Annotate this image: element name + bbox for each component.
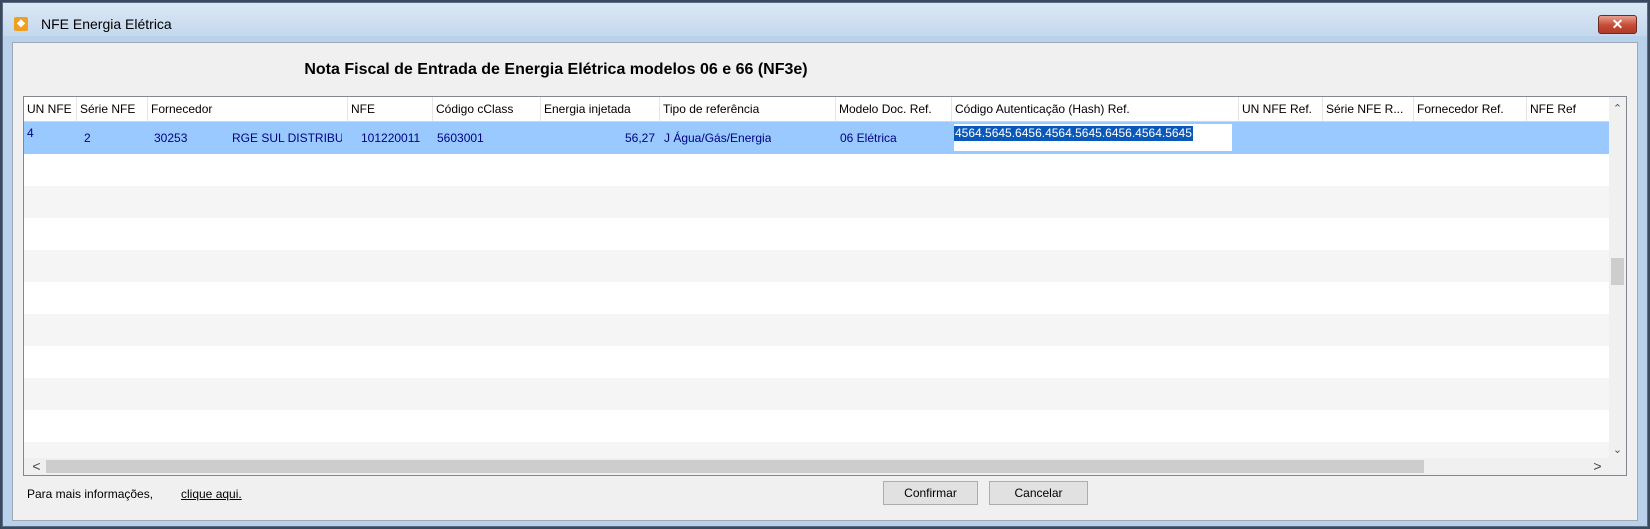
column-header-modelo-doc-ref[interactable]: Modelo Doc. Ref. [836, 97, 952, 121]
column-header-codigo-cclass[interactable]: Código cClass [433, 97, 541, 121]
cell-un-nfe[interactable]: 4 [27, 126, 34, 140]
table-row[interactable]: 4 2 30253 RGE SUL DISTRIBU 101220011 560… [24, 122, 1610, 154]
vertical-scrollbar[interactable]: ⌃ ⌄ [1609, 97, 1626, 459]
column-header-fornecedor-ref[interactable]: Fornecedor Ref. [1414, 97, 1527, 121]
cell-tipo-referencia[interactable]: J Água/Gás/Energia [664, 131, 771, 145]
column-header-energia-injetada[interactable]: Energia injetada [541, 97, 660, 121]
vertical-scroll-thumb[interactable] [1611, 258, 1624, 285]
cell-nfe[interactable]: 101220011 [361, 131, 420, 145]
column-header-fornecedor[interactable]: Fornecedor [148, 97, 348, 121]
column-header-serie-nfe-ref[interactable]: Série NFE R... [1323, 97, 1414, 121]
scroll-left-icon[interactable]: < [28, 458, 45, 475]
column-header-hash-ref[interactable]: Código Autenticação (Hash) Ref. [952, 97, 1239, 121]
cell-serie-nfe[interactable]: 2 [84, 131, 91, 145]
confirm-button[interactable]: Confirmar [883, 481, 978, 505]
cell-codigo-cclass[interactable]: 5603001 [437, 131, 484, 145]
cell-modelo-doc-ref[interactable]: 06 Elétrica [840, 131, 897, 145]
scrollbar-corner [1609, 458, 1626, 475]
table-row-empty [24, 410, 1610, 442]
table-row-empty [24, 378, 1610, 410]
table-row-empty [24, 250, 1610, 282]
cell-fornecedor-nome[interactable]: RGE SUL DISTRIBU [232, 131, 342, 145]
horizontal-scrollbar[interactable]: < > [24, 458, 1610, 475]
title-bar[interactable]: ◆ NFE Energia Elétrica ✕ [3, 3, 1647, 36]
app-logo-icon: ◆ [14, 17, 28, 31]
grid-header: UN NFE Série NFE Fornecedor NFE Código c… [24, 97, 1610, 122]
dialog-window: ◆ NFE Energia Elétrica ✕ Nota Fiscal de … [2, 2, 1648, 527]
cell-energia-injetada[interactable]: 56,27 [541, 131, 655, 145]
table-row-empty [24, 314, 1610, 346]
scroll-right-icon[interactable]: > [1589, 458, 1606, 475]
info-text: Para mais informações, [27, 487, 154, 501]
close-icon: ✕ [1611, 16, 1624, 32]
hash-ref-selected-text[interactable]: 4564.5645.6456.4564.5645.6456.4564.5645 [954, 126, 1193, 141]
data-grid: UN NFE Série NFE Fornecedor NFE Código c… [23, 96, 1627, 476]
cell-fornecedor-codigo[interactable]: 30253 [154, 131, 187, 145]
column-header-tipo-referencia[interactable]: Tipo de referência [660, 97, 836, 121]
scroll-down-icon[interactable]: ⌄ [1609, 442, 1626, 459]
window-title: NFE Energia Elétrica [41, 16, 172, 32]
table-row-empty [24, 186, 1610, 218]
dialog-body: Nota Fiscal de Entrada de Energia Elétri… [12, 42, 1638, 521]
close-button[interactable]: ✕ [1598, 15, 1637, 34]
column-header-nfe[interactable]: NFE [348, 97, 433, 121]
column-header-un-nfe[interactable]: UN NFE [24, 97, 77, 121]
table-row-empty [24, 218, 1610, 250]
hash-ref-editor[interactable]: 4564.5645.6456.4564.5645.6456.4564.5645 [954, 124, 1232, 151]
scroll-up-icon[interactable]: ⌃ [1609, 101, 1626, 118]
table-row-empty [24, 154, 1610, 186]
column-header-serie-nfe[interactable]: Série NFE [77, 97, 148, 121]
column-header-nfe-ref[interactable]: NFE Ref [1527, 97, 1610, 121]
page-heading: Nota Fiscal de Entrada de Energia Elétri… [304, 61, 808, 78]
horizontal-scroll-thumb[interactable] [46, 460, 1424, 473]
cancel-button[interactable]: Cancelar [989, 481, 1088, 505]
column-header-un-nfe-ref[interactable]: UN NFE Ref. [1239, 97, 1323, 121]
table-row-empty [24, 282, 1610, 314]
grid-rows: 4 2 30253 RGE SUL DISTRIBU 101220011 560… [24, 122, 1610, 474]
info-link[interactable]: clique aqui. [181, 487, 242, 501]
table-row-empty [24, 346, 1610, 378]
